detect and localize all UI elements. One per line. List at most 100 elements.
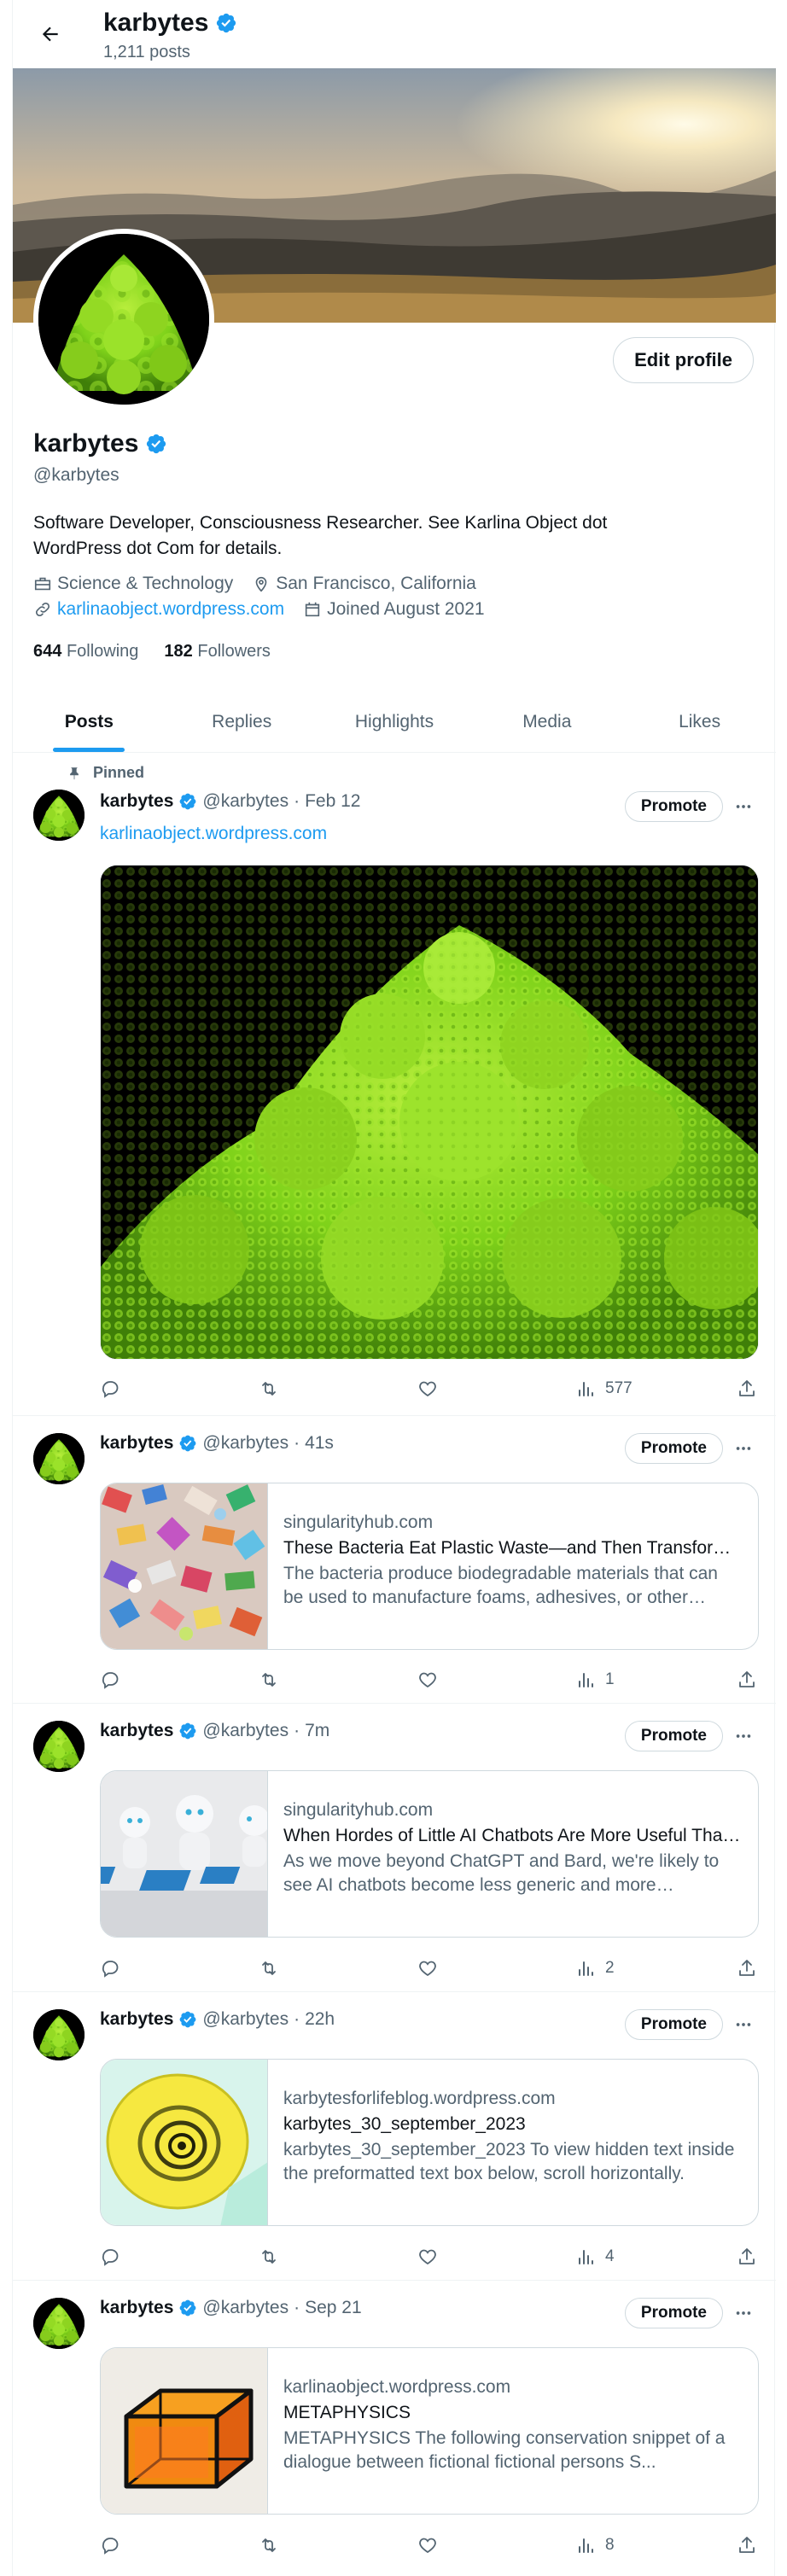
reply-icon bbox=[100, 2247, 120, 2267]
like-button[interactable] bbox=[417, 2530, 438, 2561]
share-icon bbox=[737, 1670, 757, 1690]
post-author-name[interactable]: karbytes bbox=[100, 2009, 173, 2030]
post-author-handle[interactable]: @karbytes bbox=[202, 2009, 289, 2030]
profile-category: Science & Technology bbox=[57, 574, 234, 593]
reply-button[interactable] bbox=[100, 1664, 120, 1695]
views-button[interactable]: 8 bbox=[576, 2530, 615, 2561]
post-item[interactable]: karbytes @karbytes · 41s Promote singula… bbox=[13, 1416, 776, 1704]
post-avatar[interactable] bbox=[33, 2009, 85, 2060]
like-icon bbox=[417, 2247, 438, 2267]
repost-button[interactable] bbox=[259, 2241, 279, 2272]
share-icon bbox=[737, 2247, 757, 2267]
reply-button[interactable] bbox=[100, 1953, 120, 1984]
promote-button[interactable]: Promote bbox=[624, 2298, 723, 2328]
repost-button[interactable] bbox=[259, 1373, 279, 1404]
views-icon bbox=[576, 2535, 597, 2556]
tab-replies[interactable]: Replies bbox=[166, 691, 318, 752]
post-author-name[interactable]: karbytes bbox=[100, 1433, 173, 1454]
post-author-handle[interactable]: @karbytes bbox=[202, 791, 289, 812]
views-count: 2 bbox=[605, 1959, 615, 1977]
profile-avatar[interactable] bbox=[33, 229, 214, 410]
like-button[interactable] bbox=[417, 1953, 438, 1984]
tab-posts[interactable]: Posts bbox=[13, 691, 166, 752]
post-avatar[interactable] bbox=[33, 790, 85, 841]
post-author-handle[interactable]: @karbytes bbox=[202, 2298, 289, 2318]
edit-profile-button[interactable]: Edit profile bbox=[613, 337, 754, 383]
link-card[interactable]: singularityhub.com These Bacteria Eat Pl… bbox=[100, 1483, 759, 1650]
reply-button[interactable] bbox=[100, 1373, 120, 1404]
post-item[interactable]: karbytes @karbytes · Sep 21 Promote karl… bbox=[13, 2281, 776, 2576]
back-arrow-icon bbox=[39, 23, 61, 45]
back-button[interactable] bbox=[32, 15, 69, 53]
card-title: METAPHYSICS bbox=[283, 2403, 411, 2422]
link-card[interactable]: karbytesforlifeblog.wordpress.com karbyt… bbox=[100, 2059, 759, 2226]
repost-button[interactable] bbox=[259, 2530, 279, 2561]
post-author-name[interactable]: karbytes bbox=[100, 791, 173, 812]
post-item[interactable]: karbytes @karbytes · 7m Promote singular… bbox=[13, 1704, 776, 1992]
post-link[interactable]: karlinaobject.wordpress.com bbox=[100, 824, 327, 844]
promote-button[interactable]: Promote bbox=[624, 791, 723, 822]
profile-handle: @karbytes bbox=[33, 465, 120, 485]
post-media-image[interactable] bbox=[100, 865, 759, 1360]
post-author-name[interactable]: karbytes bbox=[100, 1721, 173, 1741]
views-button[interactable]: 4 bbox=[576, 2241, 615, 2272]
like-button[interactable] bbox=[417, 2241, 438, 2272]
repost-button[interactable] bbox=[259, 1953, 279, 1984]
post-author-handle[interactable]: @karbytes bbox=[202, 1433, 289, 1454]
link-card[interactable]: singularityhub.com When Hordes of Little… bbox=[100, 1770, 759, 1938]
profile-website-link[interactable]: karlinaobject.wordpress.com bbox=[57, 599, 284, 620]
profile-name-row: karbytes bbox=[33, 429, 167, 458]
more-icon[interactable] bbox=[730, 1722, 757, 1750]
views-button[interactable]: 2 bbox=[576, 1953, 615, 1984]
post-avatar[interactable] bbox=[33, 1721, 85, 1772]
reply-button[interactable] bbox=[100, 2241, 120, 2272]
followers-label: Followers bbox=[197, 642, 271, 661]
promote-button[interactable]: Promote bbox=[624, 1721, 723, 1751]
following-link[interactable]: 644 Following bbox=[33, 642, 138, 661]
post-timestamp[interactable]: 22h bbox=[305, 2009, 335, 2030]
views-icon bbox=[576, 1670, 597, 1690]
views-count: 4 bbox=[605, 2247, 615, 2265]
post-timestamp[interactable]: 7m bbox=[305, 1721, 329, 1741]
repost-button[interactable] bbox=[259, 1664, 279, 1695]
views-button[interactable]: 1 bbox=[576, 1664, 615, 1695]
views-button[interactable]: 577 bbox=[576, 1373, 633, 1404]
post-item[interactable]: karbytes @karbytes · 22h Promote karbyte… bbox=[13, 1992, 776, 2281]
promote-button[interactable]: Promote bbox=[624, 2009, 723, 2040]
like-button[interactable] bbox=[417, 1373, 438, 1404]
profile-meta-row-2: karlinaobject.wordpress.com Joined Augus… bbox=[33, 599, 498, 620]
followers-link[interactable]: 182 Followers bbox=[164, 642, 271, 661]
share-button[interactable] bbox=[737, 2241, 757, 2272]
post-avatar[interactable] bbox=[33, 1433, 85, 1484]
location-pin-icon bbox=[252, 574, 271, 593]
post-dot: · bbox=[294, 2009, 300, 2029]
tab-likes[interactable]: Likes bbox=[623, 691, 776, 752]
promote-button[interactable]: Promote bbox=[624, 1433, 723, 1464]
tab-media[interactable]: Media bbox=[470, 691, 623, 752]
post-dot: · bbox=[294, 1433, 300, 1453]
share-button[interactable] bbox=[737, 1373, 757, 1404]
reply-button[interactable] bbox=[100, 2530, 120, 2561]
tab-highlights[interactable]: Highlights bbox=[318, 691, 471, 752]
post-actions: 1 bbox=[100, 1664, 767, 1695]
post-timestamp[interactable]: 41s bbox=[305, 1433, 334, 1454]
card-description: METAPHYSICS The following conservation s… bbox=[283, 2428, 726, 2472]
more-icon[interactable] bbox=[730, 2011, 757, 2038]
post-pinned[interactable]: Pinned karbytes @karbytes · Feb 12 Promo… bbox=[13, 754, 776, 1416]
share-button[interactable] bbox=[737, 1953, 757, 1984]
link-card[interactable]: karlinaobject.wordpress.com METAPHYSICS … bbox=[100, 2347, 759, 2515]
post-timestamp[interactable]: Feb 12 bbox=[305, 791, 360, 812]
post-author-name[interactable]: karbytes bbox=[100, 2298, 173, 2318]
post-dot: · bbox=[294, 791, 300, 811]
more-icon[interactable] bbox=[730, 2299, 757, 2327]
post-author-handle[interactable]: @karbytes bbox=[202, 1721, 289, 1741]
more-icon[interactable] bbox=[730, 793, 757, 820]
share-button[interactable] bbox=[737, 2530, 757, 2561]
post-timestamp[interactable]: Sep 21 bbox=[305, 2298, 362, 2318]
share-button[interactable] bbox=[737, 1664, 757, 1695]
post-avatar[interactable] bbox=[33, 2298, 85, 2349]
like-button[interactable] bbox=[417, 1664, 438, 1695]
more-icon[interactable] bbox=[730, 1435, 757, 1462]
card-title: karbytes_30_september_2023 bbox=[283, 2114, 526, 2134]
like-icon bbox=[417, 1378, 438, 1399]
